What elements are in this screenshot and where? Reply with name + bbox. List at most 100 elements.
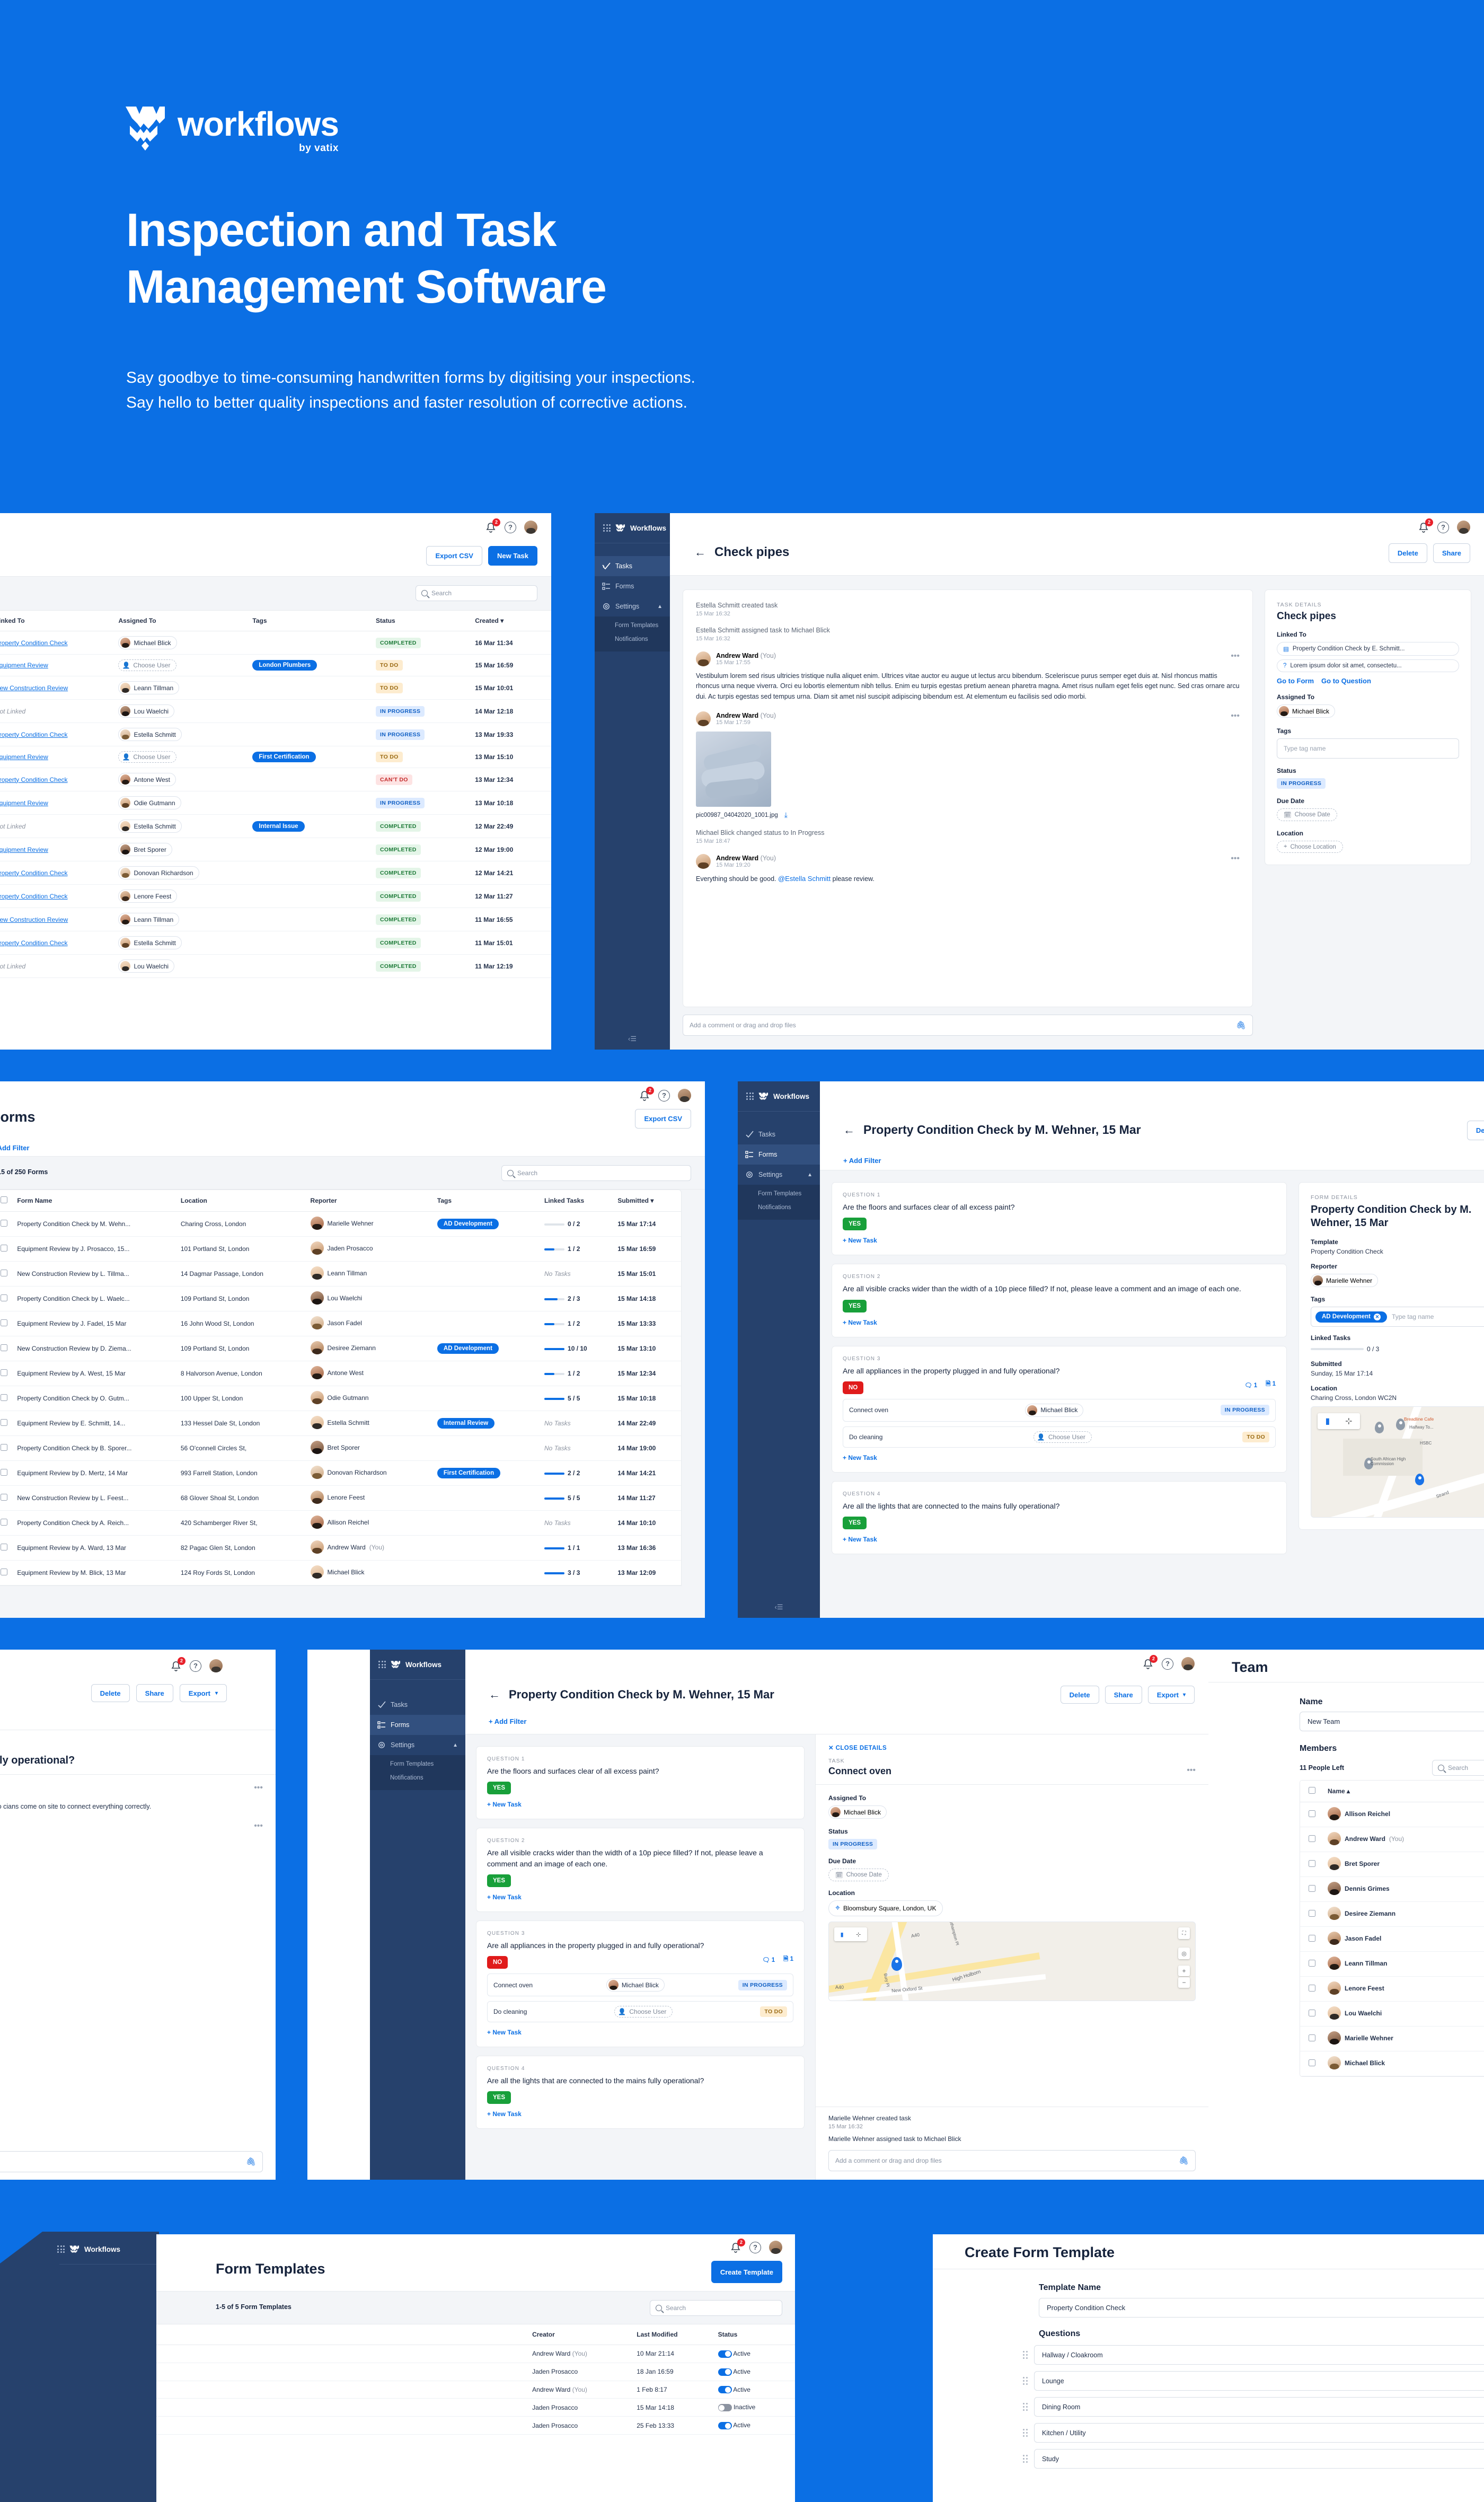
assigned-user-chip[interactable]: Estella Schmitt [118, 936, 182, 949]
assigned-user-chip[interactable]: Michael Blick [118, 636, 177, 649]
user-avatar[interactable] [524, 521, 537, 534]
table-row[interactable]: Jaden Prosacco 15 Mar 14:18 Inactive [156, 2398, 795, 2417]
sidebar-item-form-templates[interactable]: Form Templates [370, 1757, 465, 1771]
table-row[interactable]: New Construction Review Leann Tillman COMP… [0, 908, 551, 931]
template-question-row[interactable]: Dining Room [1023, 2397, 1484, 2417]
attachment-icon[interactable]: 🖇 [1179, 2156, 1189, 2165]
create-template-button[interactable]: Create Template [711, 2261, 782, 2283]
location-chip[interactable]: ⌖ Bloomsbury Square, London, UK [828, 1900, 943, 1916]
question-card[interactable]: QUESTION 1 Are the floors and surfaces cl… [832, 1182, 1287, 1256]
list-item[interactable]: Dennis Grimes [1300, 1877, 1484, 1902]
tag-chip[interactable]: London Plumbers [252, 660, 317, 671]
sidebar-item-notifications[interactable]: Notifications [370, 1771, 465, 1785]
member-checkbox[interactable] [1300, 1877, 1323, 1902]
question-card[interactable]: QUESTION 1 Are the floors and surfaces cl… [476, 1746, 805, 1820]
row-checkbox[interactable] [0, 1286, 13, 1311]
th-reporter[interactable]: Reporter [306, 1190, 433, 1212]
form-name-cell[interactable]: Equipment Review by A. West, 15 Mar [13, 1361, 176, 1386]
sidebar-collapse-icon[interactable]: ‹☰ [595, 1035, 670, 1043]
sidebar-item-tasks[interactable]: Tasks [595, 556, 670, 576]
status-badge[interactable]: COMPLETED [376, 961, 421, 972]
new-task-link[interactable]: + New Task [487, 1893, 522, 1901]
file-count[interactable]: 🗎 1 [1266, 1380, 1276, 1390]
assigned-user-chip[interactable]: Bret Sporer [118, 843, 172, 856]
status-badge[interactable]: COMPLETED [376, 844, 421, 855]
linked-to-link[interactable]: Property Condition Check [0, 776, 68, 783]
linked-to-link[interactable]: Equipment Review [0, 799, 48, 807]
th-assigned-to[interactable]: Assigned To [114, 611, 249, 631]
templates-search-input[interactable]: Search [650, 2300, 782, 2316]
member-checkbox[interactable] [1300, 1827, 1323, 1852]
table-row[interactable]: New Construction Review by L. Feest... 68… [0, 1485, 681, 1511]
linked-question-chip[interactable]: ? Lorem ipsum dolor sit amet, consectetu… [1277, 659, 1459, 672]
question-card[interactable]: QUESTION 4 Are all the lights that are co… [832, 1481, 1287, 1555]
new-task-link[interactable]: + New Task [843, 1237, 877, 1244]
list-item[interactable]: Desiree Ziemann [1300, 1901, 1484, 1927]
table-row[interactable]: e eu tincidunt...Property Condition Chec… [0, 723, 551, 746]
notifications-icon[interactable]: 2 [1418, 518, 1433, 533]
status-badge[interactable]: COMPLETED [376, 937, 421, 948]
user-avatar[interactable] [678, 1089, 691, 1102]
delete-button[interactable]: Delete [1467, 1121, 1484, 1140]
template-question-row[interactable]: Lounge [1023, 2371, 1484, 2391]
table-row[interactable]: etEquipment Review👤Choose UserLondon Plu… [0, 654, 551, 676]
tag-chip[interactable]: Internal Issue [252, 821, 305, 832]
task-panel-more-icon[interactable]: ••• [1187, 1766, 1196, 1775]
location-map[interactable]: ▮ ⊹ Breadline Cafe Halfway To... HSBC So… [1311, 1406, 1484, 1518]
table-row[interactable]: Property Condition Check by O. Gutm... 10… [0, 1386, 681, 1411]
linked-to-link[interactable]: New Construction Review [0, 916, 68, 923]
row-checkbox[interactable] [0, 1485, 13, 1511]
export-button[interactable]: Export ▾ [179, 1684, 227, 1702]
template-name-input[interactable]: Property Condition Check [1039, 2298, 1484, 2318]
row-checkbox[interactable] [0, 1460, 13, 1486]
back-arrow-icon[interactable]: ← [489, 1688, 500, 1702]
th-last-modified[interactable]: Last Modified [632, 2324, 714, 2345]
drag-handle-icon[interactable] [1023, 2351, 1028, 2359]
sidebar-item-forms[interactable]: Forms [738, 1144, 820, 1165]
form-add-filter[interactable]: + Add Filter [843, 1157, 881, 1165]
row-checkbox[interactable] [0, 1435, 13, 1461]
member-checkbox[interactable] [1300, 1951, 1323, 1977]
row-checkbox[interactable] [0, 1261, 13, 1287]
sidebar-item-settings[interactable]: Settings ▲ [595, 596, 670, 616]
comment-count[interactable]: 🗨 1 [1244, 1381, 1257, 1389]
mention-link[interactable]: @Estella Schmitt [778, 875, 831, 883]
list-item[interactable]: Lenore Feest [1300, 1976, 1484, 2002]
template-question-row[interactable]: Study [1023, 2449, 1484, 2469]
select-all-checkbox[interactable] [1300, 1781, 1323, 1802]
table-row[interactable]: amet justo dNot LinkedLou WaelchiCOMPLET… [0, 954, 551, 978]
drag-handle-icon[interactable] [1023, 2403, 1028, 2411]
task-location-map[interactable]: ▮ ⊹ ⛶ ◎ + − A40 outhampton Pl Bury Pl Ne… [828, 1922, 1196, 2001]
question-answer[interactable]: NO [487, 1956, 508, 1969]
list-item[interactable]: Allison Reichel [1300, 1802, 1484, 1827]
table-row[interactable]: Equipment Review by J. Prosacco, 15... 10… [0, 1236, 681, 1262]
row-checkbox[interactable] [0, 1311, 13, 1336]
th-name[interactable]: Name ▴ [1323, 1781, 1484, 1802]
status-badge[interactable]: TO DO [376, 682, 403, 693]
help-icon[interactable]: ? [505, 521, 516, 533]
th-status[interactable]: Status [713, 2324, 795, 2345]
location-picker[interactable]: ⌖ Choose Location [1277, 841, 1343, 853]
form-name-cell[interactable]: Equipment Review by A. Ward, 13 Mar [13, 1535, 176, 1561]
drag-handle-icon[interactable] [1023, 2455, 1028, 2463]
table-row[interactable]: Property Condition Check Donovan Richards… [0, 861, 551, 885]
linked-task-row[interactable]: Connect oven Michael Blick IN PROGRESS [843, 1398, 1276, 1422]
table-row[interactable]: Equipment Review by E. Schmitt, 14... 133… [0, 1411, 681, 1436]
table-row[interactable]: Property Condition Check by M. Wehn... Ch… [0, 1211, 681, 1237]
table-row[interactable]: eseruntProperty Condition CheckAntone We… [0, 768, 551, 791]
sidebar-logo[interactable]: Workflows [595, 513, 670, 543]
status-badge[interactable]: TO DO [760, 2006, 787, 2018]
sidebar-logo[interactable]: Workflows [738, 1081, 820, 1111]
sidebar-item-forms[interactable]: Forms [595, 576, 670, 596]
linked-to-link[interactable]: Equipment Review [0, 753, 48, 761]
team-search-input[interactable]: Search [1432, 1760, 1484, 1776]
assigned-user-chip[interactable]: Estella Schmitt [118, 728, 182, 741]
linked-task-row[interactable]: Do cleaning 👤 Choose User TO DO [843, 1426, 1276, 1448]
table-row[interactable]: Property Condition Check Michael Blick COM… [0, 631, 551, 655]
table-row[interactable]: Property Condition Check by L. Waelc... 1… [0, 1286, 681, 1311]
template-question-row[interactable]: Kitchen / Utility [1023, 2423, 1484, 2443]
form-name-cell[interactable]: New Construction Review by L. Tillma... [13, 1261, 176, 1287]
new-task-link[interactable]: + New Task [487, 2029, 522, 2036]
notifications-icon[interactable]: 2 [170, 1657, 186, 1672]
linked-task-row[interactable]: Do cleaning 👤 Choose User TO DO [487, 2001, 793, 2023]
